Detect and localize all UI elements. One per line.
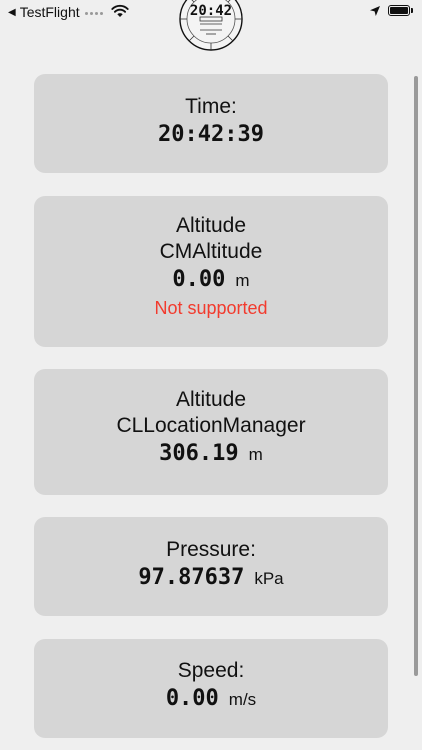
status-clock: 20:42: [189, 3, 233, 19]
time-card: Time: 20:42:39: [34, 74, 388, 173]
cl-altitude-label-line2: CLLocationManager: [116, 414, 306, 437]
cm-altitude-unit: m: [235, 271, 250, 290]
pressure-unit: kPa: [254, 569, 284, 588]
time-label: Time:: [185, 95, 237, 118]
back-arrow-icon: ◀: [8, 6, 16, 18]
cm-altitude-card: Altitude CMAltitude 0.00 m Not supported: [34, 196, 388, 347]
scroll-indicator[interactable]: [414, 76, 418, 676]
speed-value: 0.00: [165, 686, 219, 711]
status-bar: ◀ TestFlight 20:42: [0, 0, 422, 51]
location-arrow-icon: [370, 6, 380, 16]
cl-altitude-value: 306.19: [159, 441, 239, 466]
cm-altitude-label-line2: CMAltitude: [159, 240, 263, 263]
pressure-card: Pressure: 97.87637 kPa: [34, 517, 388, 616]
speed-unit: m/s: [228, 690, 257, 709]
battery-tip: [411, 8, 413, 13]
speed-label: Speed:: [177, 659, 245, 682]
speed-card: Speed: 0.00 m/s: [34, 639, 388, 738]
cl-altitude-card: Altitude CLLocationManager 306.19 m: [34, 369, 388, 495]
cm-altitude-label-line1: Altitude: [175, 214, 247, 237]
cm-altitude-value: 0.00: [172, 267, 226, 292]
pressure-label: Pressure:: [166, 538, 256, 561]
compass-clock-badge: 20:42: [178, 0, 244, 52]
battery-icon: [388, 5, 410, 16]
back-label: TestFlight: [19, 4, 80, 20]
pressure-value: 97.87637: [138, 565, 245, 590]
cl-altitude-unit: m: [248, 445, 263, 464]
back-to-testflight-link[interactable]: ◀ TestFlight: [8, 4, 103, 20]
screen: ◀ TestFlight 20:42 Time: 20:42:39 Altitu…: [0, 0, 422, 750]
wifi-icon: [111, 4, 129, 17]
time-value: 20:42:39: [158, 122, 264, 147]
cellular-signal-icon: [84, 9, 103, 15]
cm-altitude-status: Not supported: [154, 298, 268, 318]
cl-altitude-label-line1: Altitude: [175, 388, 247, 411]
